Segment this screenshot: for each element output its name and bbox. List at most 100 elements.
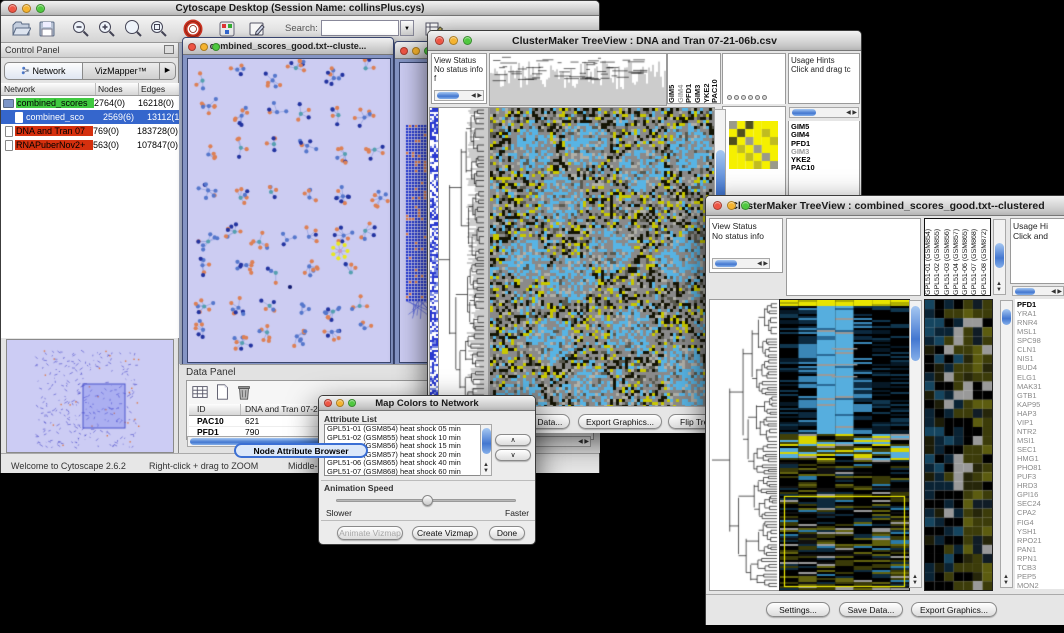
mini-toolbar-icon[interactable]	[734, 95, 739, 100]
column-label[interactable]: GIM5	[668, 54, 677, 103]
heatmap-canvas[interactable]	[779, 299, 910, 591]
scrollbar-thumb[interactable]	[1002, 309, 1011, 325]
column-label[interactable]: GPL51-08 (GSM872)	[981, 219, 990, 295]
gene-label[interactable]: GIM5	[791, 123, 815, 131]
gene-label[interactable]: PFD1	[1017, 300, 1042, 309]
column-label[interactable]: GIM3	[694, 54, 703, 103]
network-view-titlebar[interactable]: combined_scores_good.txt--cluste...	[183, 38, 393, 55]
column-label[interactable]: PAC10	[711, 54, 720, 103]
close-button[interactable]	[324, 399, 332, 407]
scrollbar-arrows[interactable]: ▲ ▼	[1003, 574, 1009, 586]
minimize-button[interactable]	[22, 4, 31, 13]
column-label[interactable]: GPL51-04 (GSM857)	[953, 219, 962, 295]
gene-label[interactable]: GIM3	[791, 148, 815, 156]
tab-network[interactable]: Network	[4, 62, 83, 80]
network-tree-row[interactable]: combined_sco2569(6)13112(15)	[1, 110, 179, 124]
scrollbar[interactable]: ▲ ▼	[909, 300, 922, 588]
network-tree-row[interactable]: combined_scores2764(0)16218(0)	[1, 96, 179, 110]
scrollbar-arrows[interactable]: ◀ ▶	[757, 261, 768, 267]
gene-label[interactable]: SEC24	[1017, 499, 1042, 508]
gene-label[interactable]: RPO21	[1017, 536, 1042, 545]
gene-label[interactable]: ELG1	[1017, 373, 1042, 382]
settings-button[interactable]: Settings...	[766, 602, 830, 617]
mini-toolbar-icon[interactable]	[727, 95, 732, 100]
move-up-button[interactable]: ∧	[495, 434, 531, 446]
mini-toolbar-icon[interactable]	[755, 95, 760, 100]
gene-label[interactable]: RNR4	[1017, 318, 1042, 327]
map-colors-titlebar[interactable]: Map Colors to Network	[319, 396, 535, 411]
scrollbar-arrows[interactable]: ▲ ▼	[912, 574, 918, 586]
network-tree-row[interactable]: RNAPuberNov2+563(0)107847(0)	[1, 138, 179, 152]
scrollbar[interactable]: ▲ ▼	[1000, 300, 1013, 588]
close-button[interactable]	[713, 201, 722, 210]
minimize-button[interactable]	[727, 201, 736, 210]
select-attributes-icon[interactable]	[191, 383, 209, 401]
zoom-fit-icon[interactable]	[149, 19, 169, 39]
delete-attribute-icon[interactable]	[235, 383, 253, 401]
gene-label[interactable]: GTB1	[1017, 391, 1042, 400]
zoom-out-icon[interactable]	[71, 19, 91, 39]
zoom-button[interactable]	[348, 399, 356, 407]
gene-label[interactable]: RPN1	[1017, 554, 1042, 563]
cytoscape-titlebar[interactable]: Cytoscape Desktop (Session Name: collins…	[1, 1, 599, 16]
float-panel-icon[interactable]	[164, 45, 174, 54]
gene-label[interactable]: PHO81	[1017, 463, 1042, 472]
column-label[interactable]: GPL51-01 (GSM854)	[925, 219, 934, 295]
scrollbar[interactable]: ◀ ▶	[434, 90, 484, 101]
gene-label[interactable]: BUD4	[1017, 363, 1042, 372]
zoom-heatmap-canvas[interactable]	[924, 299, 993, 591]
done-button[interactable]: Done	[489, 526, 525, 540]
column-label[interactable]: GPL51-07 (GSM868)	[971, 219, 980, 295]
gene-label[interactable]: PFD1	[791, 140, 815, 148]
minimize-button[interactable]	[336, 399, 344, 407]
gene-label[interactable]: TCB3	[1017, 563, 1042, 572]
scrollbar-arrows[interactable]: ◀ ▶	[578, 439, 589, 445]
minimize-button[interactable]	[200, 43, 208, 51]
gene-label[interactable]: PAN1	[1017, 545, 1042, 554]
column-label[interactable]: GPL51-02 (GSM855)	[934, 219, 943, 295]
export-graphics-button[interactable]: Export Graphics...	[578, 414, 662, 429]
scrollbar-arrows[interactable]: ▲ ▼	[996, 281, 1002, 293]
tab-overflow-arrow[interactable]: ▶	[160, 62, 176, 80]
gene-label[interactable]: HRD3	[1017, 481, 1042, 490]
gene-label[interactable]: NTR2	[1017, 427, 1042, 436]
new-attribute-icon[interactable]	[213, 383, 231, 401]
close-button[interactable]	[400, 47, 408, 55]
gene-label[interactable]: GPI16	[1017, 490, 1042, 499]
gene-label[interactable]: PAC10	[791, 164, 815, 172]
search-dropdown-arrow[interactable]: ▼	[400, 20, 414, 36]
gene-label[interactable]: MSI1	[1017, 436, 1042, 445]
vizmapper-icon[interactable]	[217, 19, 237, 39]
open-file-icon[interactable]	[11, 19, 31, 39]
mini-toolbar-icon[interactable]	[741, 95, 746, 100]
gene-label[interactable]: SEC1	[1017, 445, 1042, 454]
save-data-button[interactable]: Save Data...	[839, 602, 903, 617]
col-edges[interactable]: Edges	[139, 83, 179, 95]
zoom-selected-icon[interactable]	[123, 19, 143, 39]
row-dendrogram[interactable]	[438, 107, 489, 407]
minimize-button[interactable]	[449, 36, 458, 45]
gene-label[interactable]: KAP95	[1017, 400, 1042, 409]
col-id[interactable]: ID	[189, 404, 241, 415]
treeview-dna-titlebar[interactable]: ClusterMaker TreeView : DNA and Tran 07-…	[428, 31, 861, 51]
scrollbar[interactable]: ▲ ▼	[480, 424, 492, 476]
gene-label[interactable]: GIM4	[791, 131, 815, 139]
close-button[interactable]	[435, 36, 444, 45]
birds-eye-view[interactable]	[6, 339, 174, 453]
scrollbar-arrows[interactable]: ◀ ▶	[1051, 289, 1062, 295]
scrollbar[interactable]: ◀ ▶	[1012, 286, 1064, 296]
scrollbar[interactable]: ◀ ▶	[712, 258, 770, 269]
create-vizmap-button[interactable]: Create Vizmap	[412, 526, 478, 540]
save-icon[interactable]	[37, 19, 57, 39]
gene-label[interactable]: YRA1	[1017, 309, 1042, 318]
row-dendrogram[interactable]	[709, 299, 780, 591]
mini-toolbar-icon[interactable]	[748, 95, 753, 100]
minimize-button[interactable]	[412, 47, 420, 55]
annotation-icon[interactable]	[247, 19, 267, 39]
zoom-button[interactable]	[463, 36, 472, 45]
scrollbar-thumb[interactable]	[1015, 288, 1035, 295]
zoom-button[interactable]	[212, 43, 220, 51]
gene-label[interactable]: MSL1	[1017, 327, 1042, 336]
help-lifesaver-icon[interactable]	[183, 19, 203, 39]
tab-vizmapper[interactable]: VizMapper™	[83, 62, 161, 80]
